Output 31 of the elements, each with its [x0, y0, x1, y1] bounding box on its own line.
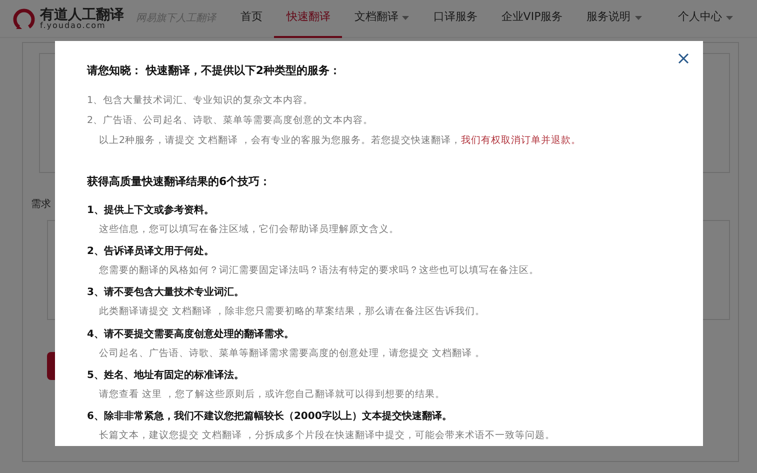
- tip-title: 1、提供上下文或参考资料。: [87, 204, 215, 218]
- tips-title: 获得高质量快速翻译结果的6个技巧：: [87, 174, 272, 190]
- tip-title: 2、告诉译员译文用于何处。: [87, 244, 215, 259]
- logo-url: f.youdao.com: [40, 22, 106, 30]
- restriction-item: 2、广告语、公司起名、诗歌、菜单等需要高度创意的文本内容。: [87, 114, 374, 128]
- nav-link[interactable]: 首页: [228, 0, 274, 38]
- logo-title: 有道人工翻译: [40, 8, 124, 22]
- tip-text: 此类翻译请提交 文档翻译 ，除非您只需要初略的草案结果，那么请在备注区告诉我们。: [98, 305, 486, 320]
- tip-text: 长篇文本，建议您提交 文档翻译 ，分拆成多个片段在快速翻译中提交，可能会带来术语不一致等问题。: [98, 429, 556, 443]
- nav-link[interactable]: 企业VIP服务: [489, 0, 575, 38]
- nav-link[interactable]: 服务说明: [574, 0, 654, 38]
- section-label: 需求: [31, 198, 51, 212]
- warning-text: 我们有权取消订单并退款。: [461, 135, 582, 146]
- nav-link[interactable]: 文档翻译: [342, 0, 422, 38]
- tip-title: 4、请不要提交需要高度创意处理的翻译需求。: [87, 327, 295, 342]
- note-text: 以上2种服务，请提交 文档翻译 ，会有专业的客服为您服务。若您提交快速翻译，: [99, 135, 462, 146]
- logo-icon: [12, 6, 36, 30]
- tip-title: 6、除非非常紧急，我们不建议您把篇幅较长（2000字以上）文本提交快速翻译。: [87, 409, 453, 424]
- close-icon[interactable]: [676, 51, 691, 66]
- tip-title: 3、请不要包含大量技术专业词汇。: [87, 286, 245, 300]
- caret-icon: [726, 16, 733, 20]
- nav-link[interactable]: 口译服务: [421, 0, 490, 38]
- restriction-item: 1、包含大量技术词汇、专业知识的复杂文本内容。: [87, 94, 314, 108]
- tip-text: 公司起名、广告语、诗歌、菜单等翻译需求需要高度的创意处理，请您提交 文档翻译 。: [98, 346, 486, 360]
- user-menu[interactable]: 个人中心: [666, 0, 745, 38]
- tip-text: 这些信息，您可以填写在备注区域，它们会帮助译员理解原文含义。: [98, 222, 400, 237]
- nav-link[interactable]: 快速翻译: [274, 0, 342, 38]
- tip-text: 您需要的翻译的风格如何？词汇需要固定译法吗？语法有特定的要求吗？这些也可以填写在备注区。: [98, 264, 540, 278]
- tip-text: 请您查看 这里 ，您了解这些原则后，或许您自己翻译就可以得到想要的结果。: [98, 388, 446, 402]
- dialog-title: 请您知晓： 快速翻译，不提供以下2种类型的服务：: [87, 63, 342, 79]
- tip-title: 5、姓名、地址有固定的标准译法。: [87, 368, 245, 383]
